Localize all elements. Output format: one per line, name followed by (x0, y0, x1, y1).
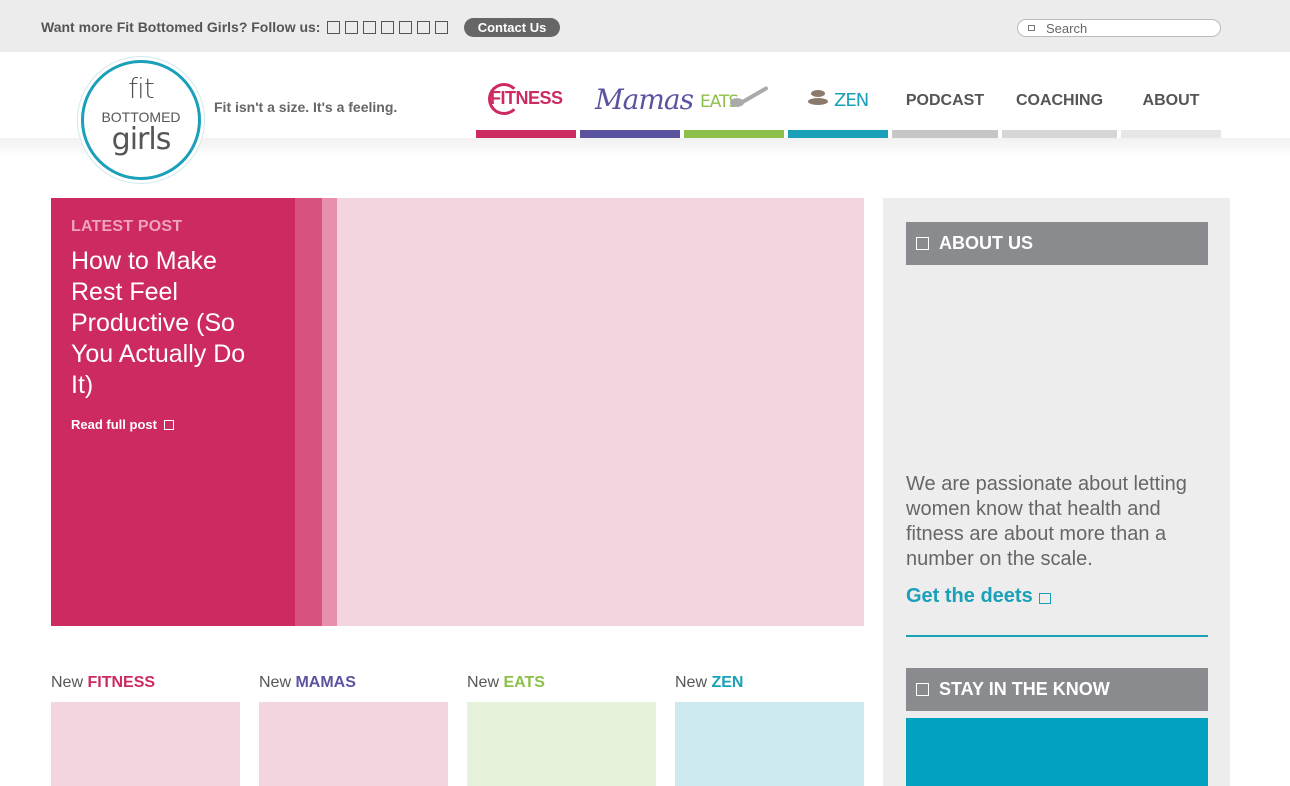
category-prefix: New (675, 674, 708, 691)
logo-word-fit: fit (128, 72, 155, 105)
category-name: EATS (503, 674, 545, 691)
nav-podcast-bar (892, 130, 998, 138)
site-tagline: Fit isn't a size. It's a feeling. (214, 99, 398, 115)
stay-in-the-know-heading: STAY IN THE KNOW (906, 668, 1208, 711)
top-bar: Want more Fit Bottomed Girls? Follow us:… (0, 0, 1290, 52)
social-icon-2[interactable] (345, 21, 358, 34)
category-thumbnail[interactable] (467, 702, 656, 786)
nav-about-label: ABOUT (1142, 92, 1200, 109)
social-icon-3[interactable] (363, 21, 376, 34)
category-thumbnail[interactable] (51, 702, 240, 786)
category-name: FITNESS (87, 674, 156, 691)
social-links (327, 21, 448, 34)
get-the-deets-link[interactable]: Get the deets (906, 585, 1051, 608)
nav-fitness-bar (476, 130, 576, 138)
social-icon-5[interactable] (399, 21, 412, 34)
nav-zen-label: ZEN (834, 90, 869, 111)
category-name: MAMAS (295, 674, 356, 691)
category-thumbnail[interactable] (675, 702, 864, 786)
nav-fitness[interactable]: FITNESS (476, 52, 576, 138)
search-icon (1028, 25, 1035, 31)
arrow-icon (1038, 592, 1051, 604)
site-logo[interactable]: fit BOTTOMED girls (81, 60, 201, 180)
nav-eats[interactable]: EATS (684, 52, 784, 138)
category-heading: New MAMAS (259, 674, 448, 694)
nav-eats-bar (684, 130, 784, 138)
social-icon-4[interactable] (381, 21, 394, 34)
category-prefix: New (259, 674, 292, 691)
nav-coaching[interactable]: COACHING (1002, 52, 1117, 138)
read-full-post-link[interactable]: Read full post (71, 417, 174, 432)
latest-post-kicker: LATEST POST (71, 218, 183, 235)
nav-about[interactable]: ABOUT (1121, 52, 1221, 138)
hero-stripe-light (322, 198, 337, 626)
category-eats[interactable]: New EATS (467, 674, 656, 786)
newsletter-signup-box[interactable] (906, 718, 1208, 786)
get-the-deets-label: Get the deets (906, 585, 1033, 607)
social-icon-7[interactable] (435, 21, 448, 34)
stay-in-the-know-text: STAY IN THE KNOW (939, 679, 1110, 699)
latest-post-title[interactable]: How to Make Rest Feel Productive (So You… (71, 246, 261, 401)
nav-podcast[interactable]: PODCAST (892, 52, 998, 138)
about-us-heading: ABOUT US (906, 222, 1208, 265)
zen-stones-icon (808, 90, 828, 106)
newsletter-icon (916, 683, 929, 696)
contact-us-button[interactable]: Contact Us (464, 18, 560, 37)
about-us-heading-text: ABOUT US (939, 233, 1033, 253)
hero-text-panel: LATEST POST How to Make Rest Feel Produc… (51, 198, 295, 626)
category-heading: New ZEN (675, 674, 864, 694)
category-fitness[interactable]: New FITNESS (51, 674, 240, 786)
logo-word-girls: girls (111, 122, 172, 157)
about-us-text: We are passionate about letting women kn… (906, 473, 1187, 570)
search-input[interactable] (1046, 20, 1216, 36)
category-mamas[interactable]: New MAMAS (259, 674, 448, 786)
nav-coaching-label: COACHING (1015, 92, 1104, 109)
about-icon (916, 237, 929, 250)
nav-coaching-bar (1002, 130, 1117, 138)
hero-stripe (295, 198, 322, 626)
category-prefix: New (51, 674, 84, 691)
follow-us-text: Want more Fit Bottomed Girls? Follow us: (41, 19, 321, 35)
search-box (1017, 19, 1221, 37)
social-icon-1[interactable] (327, 21, 340, 34)
category-heading: New EATS (467, 674, 656, 694)
nav-mamas[interactable]: Mamas (580, 52, 694, 138)
category-thumbnail[interactable] (259, 702, 448, 786)
category-heading: New FITNESS (51, 674, 240, 694)
nav-mamas-bar (580, 130, 680, 138)
spoon-head-icon (730, 98, 744, 107)
arrow-icon (163, 419, 174, 430)
latest-post-hero[interactable]: LATEST POST How to Make Rest Feel Produc… (51, 198, 864, 626)
category-zen[interactable]: New ZEN (675, 674, 864, 786)
nav-mamas-label: Mamas (595, 83, 694, 116)
social-icon-6[interactable] (417, 21, 430, 34)
nav-zen[interactable]: ZEN (788, 52, 888, 138)
sidebar-divider (906, 635, 1208, 637)
category-prefix: New (467, 674, 500, 691)
nav-fitness-label: FITNESS (490, 88, 563, 108)
nav-podcast-label: PODCAST (905, 92, 985, 109)
category-name: ZEN (711, 674, 744, 691)
nav-about-bar (1121, 130, 1221, 138)
read-full-post-label: Read full post (71, 417, 157, 432)
nav-zen-bar (788, 130, 888, 138)
sidebar: ABOUT US We are passionate about letting… (883, 198, 1230, 786)
